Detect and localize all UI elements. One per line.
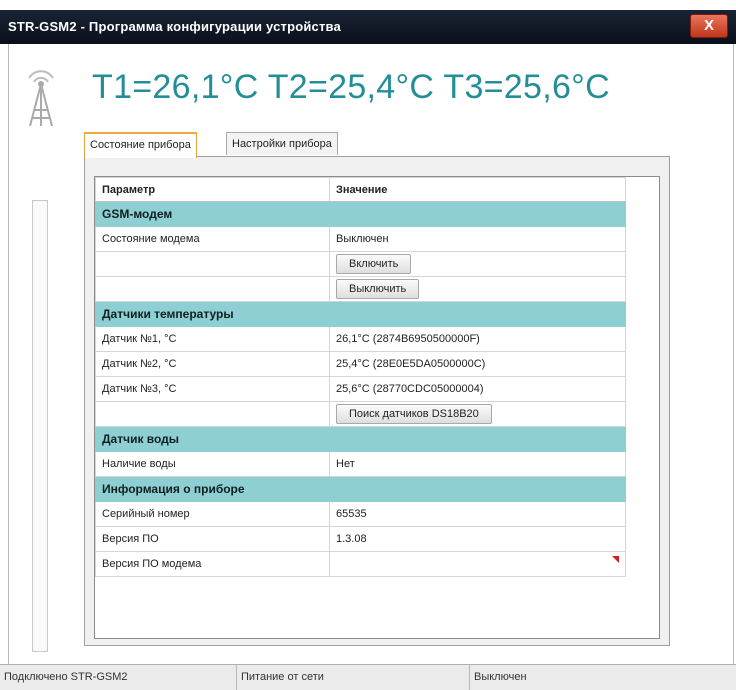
group-row-water: Датчик воды <box>95 426 626 452</box>
param-cell: Датчик №3, °C <box>95 376 330 402</box>
value-cell: 25,6°C (28770CDC05000004) <box>329 376 626 402</box>
param-cell <box>95 251 330 277</box>
param-cell <box>95 276 330 302</box>
param-cell: Серийный номер <box>95 501 330 527</box>
parameter-grid: Параметр Значение GSM-модем Состояние мо… <box>94 176 660 639</box>
value-cell: 25,4°C (28E0E5DA0500000C) <box>329 351 626 377</box>
close-button[interactable]: X <box>690 14 728 38</box>
group-label: Датчики температуры <box>95 301 626 327</box>
app-window: STR-GSM2 - Программа конфигурации устрой… <box>0 0 736 690</box>
status-power: Питание от сети <box>237 665 470 690</box>
value-cell: 26,1°C (2874B6950500000F) <box>329 326 626 352</box>
param-cell <box>95 401 330 427</box>
temperature-readout: T1=26,1°C T2=25,4°C T3=25,6°C <box>92 68 610 106</box>
table-row: Наличие воды Нет <box>95 451 626 477</box>
table-row: Датчик №2, °C 25,4°C (28E0E5DA0500000C) <box>95 351 626 377</box>
table-row: Датчик №1, °C 26,1°C (2874B6950500000F) <box>95 326 626 352</box>
value-cell: Выключить <box>329 276 626 302</box>
value-cell: 1.3.08 <box>329 526 626 552</box>
parameter-table: Параметр Значение GSM-модем Состояние мо… <box>95 177 626 577</box>
group-label: Информация о приборе <box>95 476 626 502</box>
side-level-bar <box>32 200 48 652</box>
status-connection: Подключено STR-GSM2 <box>0 665 237 690</box>
value-cell: 65535 <box>329 501 626 527</box>
table-row: Выключить <box>95 276 626 302</box>
group-row-gsm: GSM-модем <box>95 201 626 227</box>
group-row-device-info: Информация о приборе <box>95 476 626 502</box>
status-bar: Подключено STR-GSM2 Питание от сети Выкл… <box>0 664 736 690</box>
column-header-value[interactable]: Значение <box>329 177 626 202</box>
table-row: Версия ПО модема <box>95 551 626 577</box>
table-row: Серийный номер 65535 <box>95 501 626 527</box>
search-sensors-button[interactable]: Поиск датчиков DS18B20 <box>336 404 492 424</box>
group-label: GSM-модем <box>95 201 626 227</box>
table-row: Датчик №3, °C 25,6°C (28770CDC05000004) <box>95 376 626 402</box>
tab-device-settings[interactable]: Настройки прибора <box>226 132 338 155</box>
param-cell: Состояние модема <box>95 226 330 252</box>
table-row: Включить <box>95 251 626 277</box>
value-cell: Поиск датчиков DS18B20 <box>329 401 626 427</box>
param-cell: Наличие воды <box>95 451 330 477</box>
value-cell[interactable] <box>329 551 626 577</box>
value-cell: Включить <box>329 251 626 277</box>
modem-on-button[interactable]: Включить <box>336 254 412 274</box>
status-modem: Выключен <box>474 671 527 683</box>
window-title: STR-GSM2 - Программа конфигурации устрой… <box>8 19 341 34</box>
antenna-icon <box>28 70 54 127</box>
header-row: Параметр Значение <box>95 177 626 202</box>
edit-marker-icon <box>612 556 619 563</box>
table-row: Версия ПО 1.3.08 <box>95 526 626 552</box>
group-row-temperature: Датчики температуры <box>95 301 626 327</box>
table-row: Поиск датчиков DS18B20 <box>95 401 626 427</box>
modem-off-button[interactable]: Выключить <box>336 279 420 299</box>
param-cell: Версия ПО модема <box>95 551 330 577</box>
title-bar[interactable]: STR-GSM2 - Программа конфигурации устрой… <box>0 10 736 44</box>
param-cell: Датчик №2, °C <box>95 351 330 377</box>
tab-device-status[interactable]: Состояние прибора <box>84 132 197 158</box>
group-label: Датчик воды <box>95 426 626 452</box>
column-header-parameter[interactable]: Параметр <box>95 177 330 202</box>
param-cell: Версия ПО <box>95 526 330 552</box>
param-cell: Датчик №1, °C <box>95 326 330 352</box>
value-cell: Нет <box>329 451 626 477</box>
table-row: Состояние модема Выключен <box>95 226 626 252</box>
value-cell: Выключен <box>329 226 626 252</box>
